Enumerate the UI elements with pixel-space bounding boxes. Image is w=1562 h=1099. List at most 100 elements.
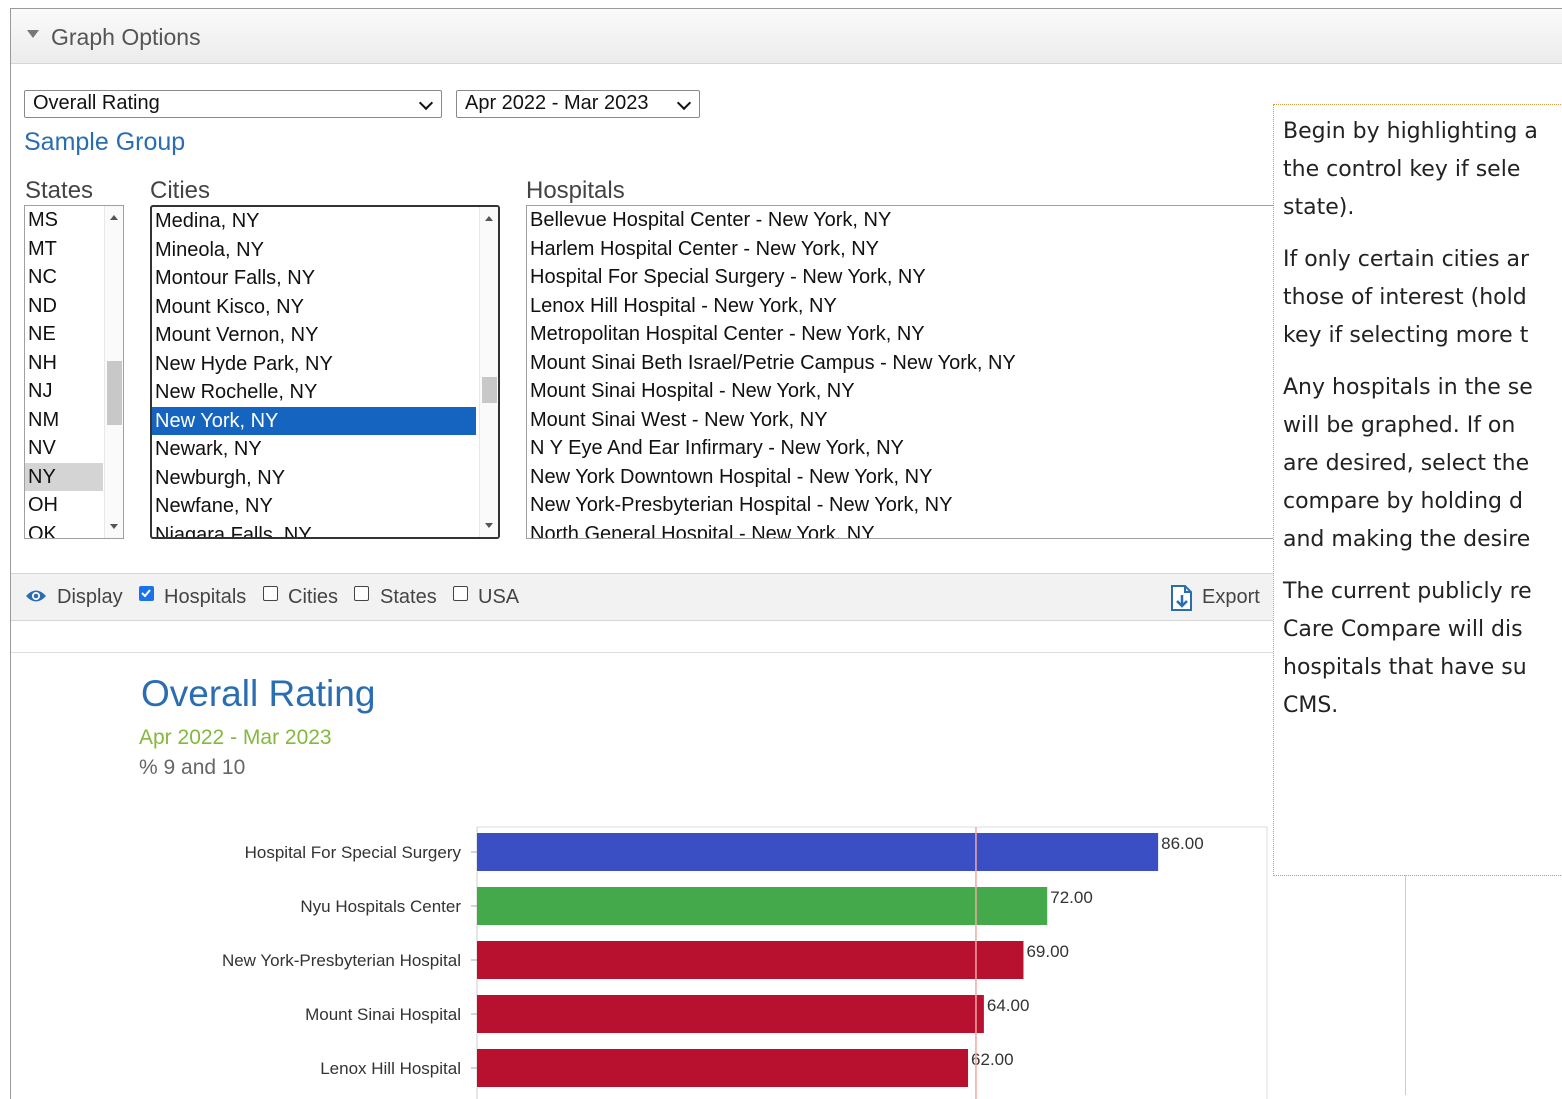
collapse-triangle-icon[interactable] bbox=[27, 30, 39, 38]
cities-list-item[interactable]: New York, NY bbox=[152, 406, 476, 435]
hospitals-list[interactable]: Bellevue Hospital Center - New York, NY H… bbox=[526, 205, 1286, 539]
chevron-down-icon bbox=[418, 95, 434, 111]
cities-list-item[interactable]: Newark, NY bbox=[152, 435, 498, 464]
bar bbox=[477, 995, 984, 1033]
chart-metric-label: % 9 and 10 bbox=[139, 756, 246, 779]
panel-header[interactable]: Graph Options bbox=[11, 9, 1562, 64]
value-label: 72.00 bbox=[1050, 888, 1093, 907]
cities-list-item[interactable]: Mineola, NY bbox=[152, 236, 498, 265]
hospitals-list-item[interactable]: Lenox Hill Hospital - New York, NY bbox=[527, 292, 1285, 321]
value-label: 62.00 bbox=[971, 1050, 1014, 1069]
tooltip-line: key if selecting more t bbox=[1283, 323, 1529, 348]
value-label: 86.00 bbox=[1161, 834, 1204, 853]
hospitals-list-item[interactable]: North General Hospital - New York, NY bbox=[527, 520, 1285, 539]
cities-list-item[interactable]: Mount Vernon, NY bbox=[152, 321, 498, 350]
cities-list-item[interactable]: New Hyde Park, NY bbox=[152, 350, 498, 379]
category-label: New York-Presbyterian Hospital bbox=[222, 951, 461, 970]
scroll-thumb[interactable] bbox=[482, 377, 497, 403]
tooltip-line: compare by holding d bbox=[1283, 489, 1523, 514]
bar bbox=[477, 1049, 969, 1087]
bar-chart: Hospital For Special Surgery 86.00 Nyu Hos… bbox=[222, 826, 1268, 1099]
category-label: Mount Sinai Hospital bbox=[305, 1005, 461, 1024]
tooltip-line: The current publicly re bbox=[1283, 579, 1532, 604]
hospitals-list-item[interactable]: Hospital For Special Surgery - New York,… bbox=[527, 263, 1285, 292]
category-label: Hospital For Special Surgery bbox=[245, 843, 462, 862]
states-option-label[interactable]: States bbox=[380, 586, 437, 609]
states-scrollbar[interactable] bbox=[104, 206, 123, 538]
hospitals-label: Hospitals bbox=[526, 177, 625, 204]
tooltip-line: Begin by highlighting a bbox=[1283, 119, 1538, 144]
export-label[interactable]: Export bbox=[1202, 586, 1260, 609]
divider bbox=[11, 652, 1273, 653]
cities-scrollbar[interactable] bbox=[479, 207, 498, 537]
display-toolbar: Display Hospitals Cities States USA Expo… bbox=[11, 573, 1273, 621]
cities-list-item[interactable]: Mount Kisco, NY bbox=[152, 293, 498, 322]
states-list[interactable]: MS MT NC ND NE NH NJ NM NV NY OH OK bbox=[24, 205, 124, 539]
eye-icon bbox=[26, 590, 46, 602]
tooltip-line: If only certain cities ar bbox=[1283, 247, 1530, 272]
tooltip-line: and making the desire bbox=[1283, 527, 1531, 552]
period-select[interactable]: Apr 2022 - Mar 2023 bbox=[456, 90, 700, 118]
tooltip-line: will be graphed. If on bbox=[1283, 413, 1516, 438]
cities-checkbox[interactable] bbox=[263, 586, 278, 601]
hospitals-list-item[interactable]: New York Downtown Hospital - New York, N… bbox=[527, 463, 1285, 492]
bar bbox=[477, 941, 1024, 979]
category-label: Nyu Hospitals Center bbox=[300, 897, 461, 916]
hospitals-list-item[interactable]: New York-Presbyterian Hospital - New Yor… bbox=[527, 491, 1285, 520]
cities-list-item[interactable]: Niagara Falls, NY bbox=[152, 521, 498, 538]
states-checkbox[interactable] bbox=[354, 586, 369, 601]
hospitals-list-item[interactable]: Mount Sinai Beth Israel/Petrie Campus - … bbox=[527, 349, 1285, 378]
tooltip-paragraph: Any hospitals in the se will be graphed. … bbox=[1274, 369, 1562, 559]
chevron-down-icon bbox=[676, 95, 692, 111]
divider-line bbox=[1405, 875, 1406, 1095]
tooltip-paragraph: Begin by highlighting a the control key i… bbox=[1274, 113, 1562, 227]
scroll-up-icon[interactable] bbox=[110, 215, 118, 220]
hospitals-list-item[interactable]: Harlem Hospital Center - New York, NY bbox=[527, 235, 1285, 264]
category-label: Lenox Hill Hospital bbox=[320, 1059, 461, 1078]
scroll-down-icon[interactable] bbox=[110, 524, 118, 529]
chart-title: Overall Rating bbox=[141, 673, 376, 714]
tooltip-line: Any hospitals in the se bbox=[1283, 375, 1533, 400]
tooltip-line: state). bbox=[1283, 195, 1355, 220]
bar bbox=[477, 833, 1159, 871]
check-icon bbox=[141, 589, 151, 598]
hospitals-list-item[interactable]: Bellevue Hospital Center - New York, NY bbox=[527, 206, 1285, 235]
states-list-item[interactable]: NY bbox=[25, 462, 103, 491]
period-select-value: Apr 2022 - Mar 2023 bbox=[465, 92, 649, 114]
usa-option-label[interactable]: USA bbox=[478, 586, 519, 609]
cities-list-item[interactable]: Newfane, NY bbox=[152, 492, 498, 521]
scroll-down-icon[interactable] bbox=[485, 523, 493, 528]
scroll-thumb[interactable] bbox=[107, 361, 122, 425]
bar bbox=[477, 887, 1048, 925]
hospitals-list-item[interactable]: Metropolitan Hospital Center - New York,… bbox=[527, 320, 1285, 349]
value-label: 64.00 bbox=[987, 996, 1030, 1015]
display-label: Display bbox=[57, 586, 123, 608]
tooltip-paragraph: The current publicly re Care Compare will… bbox=[1274, 573, 1562, 725]
tooltip-line: CMS. bbox=[1283, 693, 1339, 718]
hospitals-list-item[interactable]: Mount Sinai Hospital - New York, NY bbox=[527, 377, 1285, 406]
hospitals-list-item[interactable]: N Y Eye And Ear Infirmary - New York, NY bbox=[527, 434, 1285, 463]
hospitals-option-label[interactable]: Hospitals bbox=[164, 586, 246, 609]
hospitals-checkbox[interactable] bbox=[139, 586, 154, 601]
cities-list-item[interactable]: Montour Falls, NY bbox=[152, 264, 498, 293]
value-label: 69.00 bbox=[1026, 942, 1069, 961]
hospitals-list-item[interactable]: Mount Sinai West - New York, NY bbox=[527, 406, 1285, 435]
tooltip-line: are desired, select the bbox=[1283, 451, 1530, 476]
usa-checkbox[interactable] bbox=[453, 586, 468, 601]
cities-option-label[interactable]: Cities bbox=[288, 586, 338, 609]
panel-title: Graph Options bbox=[51, 24, 201, 50]
scroll-up-icon[interactable] bbox=[485, 216, 493, 221]
cities-label: Cities bbox=[150, 177, 211, 204]
export-icon[interactable] bbox=[1168, 584, 1196, 612]
chart-subtitle: Apr 2022 - Mar 2023 bbox=[139, 726, 332, 749]
tooltip-line: the control key if sele bbox=[1283, 157, 1521, 182]
cities-list[interactable]: Medina, NY Mineola, NY Montour Falls, NY Mo… bbox=[150, 205, 500, 539]
tooltip-line: hospitals that have su bbox=[1283, 655, 1527, 680]
measure-select-value: Overall Rating bbox=[33, 92, 160, 114]
cities-list-item[interactable]: Newburgh, NY bbox=[152, 464, 498, 493]
cities-list-item[interactable]: New Rochelle, NY bbox=[152, 378, 498, 407]
cities-list-item[interactable]: Medina, NY bbox=[152, 207, 498, 236]
measure-select[interactable]: Overall Rating bbox=[24, 90, 442, 118]
help-tooltip: Begin by highlighting a the control key i… bbox=[1273, 104, 1562, 876]
sample-group-link[interactable]: Sample Group bbox=[24, 128, 185, 157]
